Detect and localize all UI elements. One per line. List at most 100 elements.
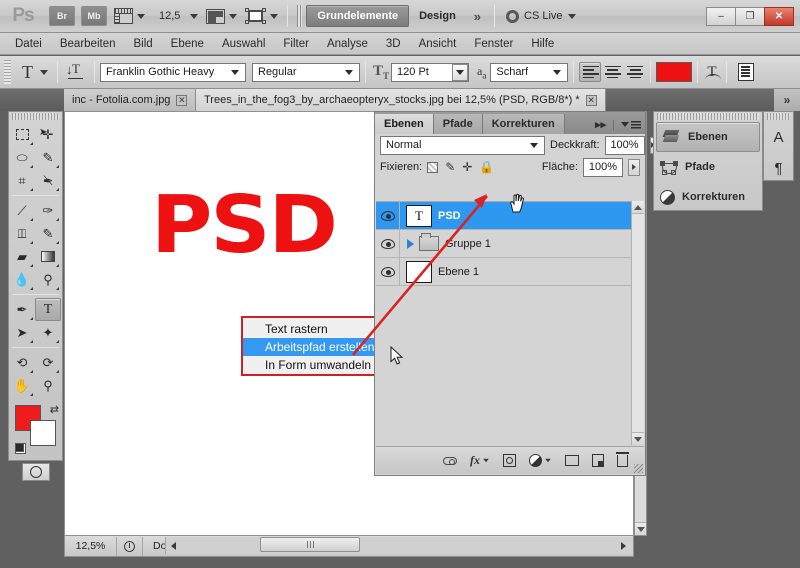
dock-item-ebenen[interactable]: Ebenen (656, 122, 760, 152)
link-layers-button[interactable] (443, 456, 457, 465)
mini-bridge-button[interactable]: Mb (81, 6, 107, 26)
layer-row-gruppe-1[interactable]: Gruppe 1 (376, 229, 631, 258)
scroll-up-button[interactable] (632, 201, 644, 214)
workspace-tab-design[interactable]: Design (409, 5, 466, 27)
marquee-tool[interactable] (9, 123, 35, 146)
font-size-dropdown-button[interactable] (452, 63, 469, 81)
blend-mode-select[interactable]: Normal (380, 135, 545, 155)
3d-object-rotate-tool[interactable]: ⟲ (9, 351, 35, 374)
horizontal-scrollbar[interactable] (65, 536, 633, 555)
dodge-tool[interactable]: ⚲ (35, 268, 61, 291)
delete-layer-button[interactable] (616, 451, 629, 467)
close-icon[interactable]: ✕ (176, 94, 188, 106)
dock-gripper[interactable] (767, 113, 790, 120)
align-right-button[interactable] (623, 62, 645, 82)
antialias-select[interactable]: Scharf (490, 62, 569, 82)
text-color-swatch[interactable] (656, 62, 693, 82)
options-bar-gripper[interactable] (4, 60, 11, 84)
font-family-select[interactable]: Franklin Gothic Heavy (100, 62, 246, 82)
screen-mode-menu[interactable] (241, 0, 282, 33)
view-extras-menu[interactable] (110, 0, 149, 33)
layer-row-psd[interactable]: T PSD (376, 201, 631, 230)
align-left-button[interactable] (579, 62, 602, 82)
menu-bearbeiten[interactable]: Bearbeiten (51, 33, 125, 55)
type-tool[interactable]: T (35, 298, 61, 321)
workspace-tab-grundelemente[interactable]: Grundelemente (306, 5, 410, 27)
layer-visibility-toggle[interactable] (376, 201, 400, 230)
hand-tool[interactable]: ✋ (9, 374, 35, 397)
fill-scrubber-button[interactable] (628, 158, 640, 176)
menu-ansicht[interactable]: Ansicht (410, 33, 466, 55)
new-group-button[interactable] (565, 455, 579, 466)
menu-analyse[interactable]: Analyse (318, 33, 377, 55)
dock-item-pfade[interactable]: Pfade (654, 152, 762, 182)
brush-tool[interactable]: ✑ (35, 199, 61, 222)
layers-panel-scrollbar[interactable] (631, 201, 644, 445)
menu-auswahl[interactable]: Auswahl (213, 33, 274, 55)
close-icon[interactable]: ✕ (585, 94, 597, 106)
eyedropper-tool[interactable]: ⟍ ✒ (35, 169, 61, 192)
clone-stamp-tool[interactable]: ⎕ ⊥ (9, 222, 35, 245)
cs-live-menu[interactable]: CS Live (500, 9, 582, 23)
panel-menu-icon[interactable] (621, 120, 641, 129)
collapse-panel-icon[interactable]: ▸▸ (595, 118, 606, 131)
blur-tool[interactable]: 💧 (9, 268, 35, 291)
document-tab-2[interactable]: Trees_in_the_fog3_by_archaeopteryx_stock… (196, 89, 606, 111)
history-brush-tool[interactable]: ✎ (35, 222, 61, 245)
quick-mask-button[interactable] (21, 463, 50, 481)
lasso-tool[interactable]: ⬭ (9, 146, 35, 169)
align-center-button[interactable] (601, 62, 623, 82)
menu-fenster[interactable]: Fenster (465, 33, 522, 55)
restore-button[interactable]: ❐ (735, 6, 765, 26)
bridge-button[interactable]: Br (49, 6, 75, 26)
crop-tool[interactable]: ⌗ (9, 169, 35, 192)
text-orientation-button[interactable]: T (63, 56, 89, 89)
lock-image-pixels-icon[interactable]: ✎ (445, 160, 455, 174)
scroll-left-button[interactable] (165, 537, 181, 554)
3d-camera-rotate-tool[interactable]: ⟳ (35, 351, 61, 374)
dock-item-korrekturen[interactable]: Korrekturen (654, 182, 762, 212)
toolbox-gripper[interactable] (12, 113, 59, 120)
scroll-down-button[interactable] (632, 432, 644, 445)
move-tool[interactable]: ✛ ➤ (35, 123, 61, 146)
lock-all-icon[interactable]: 🔒 (479, 160, 494, 174)
scroll-right-button[interactable] (615, 537, 631, 554)
opacity-input[interactable]: 100% (604, 135, 645, 155)
eraser-tool[interactable]: ▰ (9, 245, 35, 268)
menu-hilfe[interactable]: Hilfe (522, 33, 563, 55)
scrollbar-track[interactable] (165, 537, 633, 554)
close-button[interactable]: ✕ (764, 6, 794, 26)
menu-bild[interactable]: Bild (124, 33, 161, 55)
zoom-tool[interactable]: ⚲ (35, 374, 61, 397)
quick-selection-tool[interactable]: ✎ (35, 146, 61, 169)
workspace-overflow-icon[interactable]: » (466, 9, 489, 24)
menu-filter[interactable]: Filter (274, 33, 318, 55)
menu-3d[interactable]: 3D (377, 33, 410, 55)
swap-colors-icon[interactable]: ⇄ (50, 403, 59, 416)
scroll-down-button[interactable] (635, 522, 646, 535)
fill-input[interactable]: 100% (583, 157, 623, 177)
toggle-character-panel-button[interactable] (732, 63, 760, 81)
add-layer-mask-button[interactable] (503, 454, 516, 467)
menu-ebene[interactable]: Ebene (162, 33, 213, 55)
tool-preset-picker[interactable]: T (15, 56, 52, 89)
healing-brush-tool[interactable]: ⟋ (9, 199, 35, 222)
font-style-select[interactable]: Regular (252, 62, 360, 82)
shape-tool[interactable]: ✦ (35, 321, 61, 344)
arrange-documents-menu[interactable] (202, 0, 241, 33)
tab-ebenen[interactable]: Ebenen (375, 114, 434, 134)
gradient-tool[interactable] (35, 245, 61, 268)
minimize-button[interactable]: – (706, 6, 736, 26)
document-tabs-overflow-button[interactable]: » (774, 89, 800, 111)
background-color-swatch[interactable] (30, 420, 56, 446)
dock-item-character[interactable]: A (764, 122, 793, 153)
document-tab-1[interactable]: inc - Fotolia.com.jpg ✕ (64, 89, 197, 111)
expand-group-icon[interactable] (407, 238, 414, 249)
warp-text-button[interactable]: T (703, 64, 722, 81)
new-layer-button[interactable] (592, 454, 604, 467)
path-selection-tool[interactable]: ➤ (9, 321, 35, 344)
default-colors-icon[interactable] (15, 443, 26, 454)
layer-thumbnail[interactable]: T (406, 204, 432, 227)
font-size-select[interactable]: 120 Pt (391, 62, 470, 82)
workspace-gripper[interactable] (297, 5, 303, 27)
